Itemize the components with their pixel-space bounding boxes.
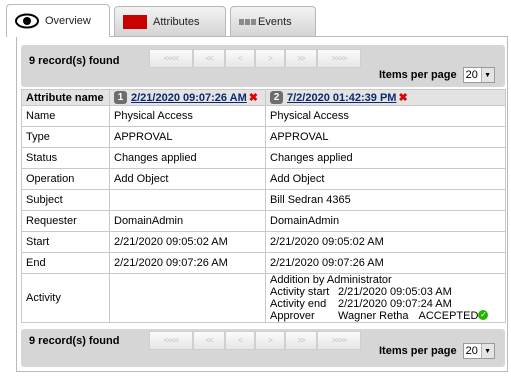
row-value-2: Add Object xyxy=(265,168,506,190)
table-row: End 2/21/2020 09:07:26 AM 2/21/2020 09:0… xyxy=(21,252,506,274)
records-found: 9 record(s) found xyxy=(29,55,120,67)
first-page-button[interactable]: <<<< xyxy=(149,331,193,350)
activity-end-value: 2/21/2020 09:07:24 AM xyxy=(338,298,452,310)
prev-page-button[interactable]: < xyxy=(225,331,255,350)
attributes-table: Attribute name 1 2/21/2020 09:07:26 AM ✖… xyxy=(21,89,506,323)
table-row: Requester DomainAdmin DomainAdmin xyxy=(21,210,506,232)
row-name: Start xyxy=(21,231,110,253)
tab-overview-label: Overview xyxy=(45,15,91,27)
row-value-1: DomainAdmin xyxy=(109,210,266,232)
row-value-1: APPROVAL xyxy=(109,126,266,148)
pager-buttons: <<<< << < > >> >>>> xyxy=(149,49,361,68)
column-link-2[interactable]: 7/2/2020 01:42:39 PM xyxy=(287,92,396,104)
items-per-page-label: Items per page xyxy=(379,69,457,81)
close-icon[interactable]: ✖ xyxy=(249,91,258,104)
approver-label: Approver xyxy=(270,310,315,322)
activity-line-1: Addition by Administrator xyxy=(270,274,392,287)
eye-icon xyxy=(15,13,39,29)
row-value-1 xyxy=(109,189,266,211)
column-link-1[interactable]: 2/21/2020 09:07:26 AM xyxy=(131,92,247,104)
items-per-page-value: 20 xyxy=(465,345,478,357)
chevron-down-icon: ▼ xyxy=(480,344,494,358)
approval-status: ACCEPTED xyxy=(418,310,479,322)
row-name: Name xyxy=(21,105,110,127)
prev-page-button[interactable]: < xyxy=(225,49,255,68)
overview-panel: 9 record(s) found <<<< << < > >> >>>> It… xyxy=(16,36,508,372)
table-header-row: Attribute name 1 2/21/2020 09:07:26 AM ✖… xyxy=(21,89,506,106)
check-circle-icon: ✓ xyxy=(478,310,489,320)
pager-bottom: 9 record(s) found <<<< << < > >> >>>> It… xyxy=(21,329,505,367)
row-name: Status xyxy=(21,147,110,169)
prev-block-button[interactable]: << xyxy=(193,331,225,350)
next-block-button[interactable]: >> xyxy=(285,331,317,350)
table-row: Name Physical Access Physical Access xyxy=(21,105,506,127)
row-name: End xyxy=(21,252,110,274)
row-value-2: Bill Sedran 4365 xyxy=(265,189,506,211)
row-value-2: 2/21/2020 09:07:26 AM xyxy=(265,252,506,274)
row-name: Activity xyxy=(21,273,110,323)
table-row: Start 2/21/2020 09:05:02 AM 2/21/2020 09… xyxy=(21,231,506,253)
red-block-icon xyxy=(123,14,147,29)
items-per-page: Items per page 20 ▼ xyxy=(379,343,495,359)
last-page-button[interactable]: >>>> xyxy=(317,331,361,350)
last-page-button[interactable]: >>>> xyxy=(317,49,361,68)
chevron-down-icon: ▼ xyxy=(480,68,494,82)
activity-end-label: Activity end xyxy=(270,298,327,310)
items-per-page-select[interactable]: 20 ▼ xyxy=(462,343,495,359)
approver-value: Wagner Retha xyxy=(338,310,409,322)
records-found: 9 record(s) found xyxy=(29,335,120,347)
column-number-badge: 2 xyxy=(270,91,283,104)
table-row: Type APPROVAL APPROVAL xyxy=(21,126,506,148)
column-header-1: 1 2/21/2020 09:07:26 AM ✖ xyxy=(109,89,266,106)
column-number-badge: 1 xyxy=(114,91,127,104)
row-value-1: Add Object xyxy=(109,168,266,190)
tab-bar: Overview Attributes Events xyxy=(6,4,506,37)
tab-attributes-label: Attributes xyxy=(153,15,200,28)
table-row: Status Changes applied Changes applied xyxy=(21,147,506,169)
items-per-page-select[interactable]: 20 ▼ xyxy=(462,67,495,83)
row-value-1: Physical Access xyxy=(109,105,266,127)
activity-start-label: Activity start xyxy=(270,286,330,298)
next-page-button[interactable]: > xyxy=(255,331,285,350)
activity-details: Addition by Administrator Activity start… xyxy=(265,273,506,323)
items-per-page: Items per page 20 ▼ xyxy=(379,67,495,83)
events-icon xyxy=(239,18,256,25)
row-value-1: Changes applied xyxy=(109,147,266,169)
tab-events[interactable]: Events xyxy=(230,6,316,36)
tab-overview[interactable]: Overview xyxy=(6,4,110,37)
close-icon[interactable]: ✖ xyxy=(398,91,407,104)
pager-top: 9 record(s) found <<<< << < > >> >>>> It… xyxy=(21,45,505,87)
table-row: Subject Bill Sedran 4365 xyxy=(21,189,506,211)
row-value-1: 2/21/2020 09:07:26 AM xyxy=(109,252,266,274)
attribute-name-header: Attribute name xyxy=(21,89,110,106)
row-name: Subject xyxy=(21,189,110,211)
items-per-page-value: 20 xyxy=(465,69,478,81)
prev-block-button[interactable]: << xyxy=(193,49,225,68)
row-value-2: Physical Access xyxy=(265,105,506,127)
row-name: Requester xyxy=(21,210,110,232)
table-row: Operation Add Object Add Object xyxy=(21,168,506,190)
row-name: Operation xyxy=(21,168,110,190)
items-per-page-label: Items per page xyxy=(379,345,457,357)
next-block-button[interactable]: >> xyxy=(285,49,317,68)
row-value-2: 2/21/2020 09:05:02 AM xyxy=(265,231,506,253)
row-value-1: 2/21/2020 09:05:02 AM xyxy=(109,231,266,253)
first-page-button[interactable]: <<<< xyxy=(149,49,193,68)
row-value-2: DomainAdmin xyxy=(265,210,506,232)
row-value-2: APPROVAL xyxy=(265,126,506,148)
next-page-button[interactable]: > xyxy=(255,49,285,68)
pager-buttons: <<<< << < > >> >>>> xyxy=(149,331,361,350)
tab-attributes[interactable]: Attributes xyxy=(114,6,226,36)
row-value-2: Changes applied xyxy=(265,147,506,169)
activity-start-value: 2/21/2020 09:05:03 AM xyxy=(338,286,452,298)
row-value-1 xyxy=(109,273,266,323)
tab-events-label: Events xyxy=(258,15,292,28)
table-row-activity: Activity Addition by Administrator Activ… xyxy=(21,273,506,323)
column-header-2: 2 7/2/2020 01:42:39 PM ✖ xyxy=(265,89,506,106)
row-name: Type xyxy=(21,126,110,148)
